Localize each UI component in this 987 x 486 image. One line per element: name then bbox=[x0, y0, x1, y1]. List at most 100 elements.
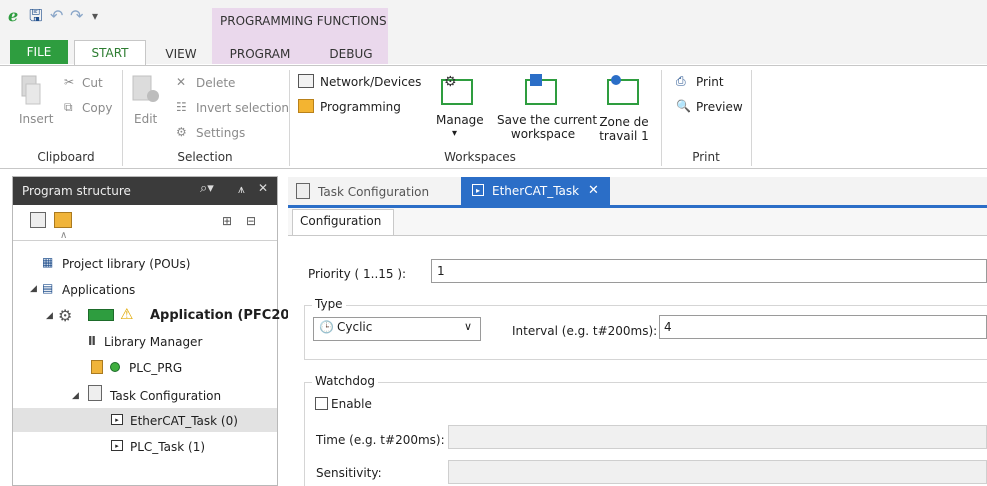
tree-item-library-manager[interactable]: Library Manager bbox=[104, 335, 202, 349]
library-manager-icon: Ⅱ bbox=[88, 334, 96, 348]
tree-item-ethercat-task[interactable]: EtherCAT_Task (0) bbox=[130, 414, 238, 428]
edit-button[interactable]: Edit bbox=[134, 112, 157, 126]
cut-button[interactable]: Cut bbox=[82, 76, 103, 90]
edit-icon bbox=[131, 74, 161, 108]
tree-item-plc-prg[interactable]: PLC_PRG bbox=[129, 361, 182, 375]
manage-button[interactable]: Manage bbox=[436, 113, 484, 127]
chevron-down-icon: ∨ bbox=[464, 320, 473, 333]
watchdog-group-label: Watchdog bbox=[312, 374, 378, 388]
clock-icon: 🕒 bbox=[319, 320, 334, 334]
save-workspace-button-line2[interactable]: workspace bbox=[497, 127, 589, 141]
copy-button[interactable]: Copy bbox=[82, 101, 112, 115]
gear-icon: ⚙ bbox=[58, 306, 73, 325]
project-library-icon: ▦ bbox=[42, 255, 54, 269]
manage-dropdown-icon[interactable]: ▾ bbox=[452, 128, 457, 139]
watchdog-time-input[interactable] bbox=[448, 425, 987, 449]
priority-value: 1 bbox=[437, 264, 445, 278]
programming-icon bbox=[298, 99, 314, 113]
context-tab-title: PROGRAMMING FUNCTIONS bbox=[220, 14, 387, 28]
task-icon: ▸ bbox=[111, 440, 123, 451]
applications-icon: ▤ bbox=[42, 281, 54, 295]
view-network-icon[interactable] bbox=[30, 212, 46, 228]
settings-icon: ⚙ bbox=[176, 125, 187, 139]
undo-icon[interactable]: ↶ bbox=[50, 7, 63, 25]
tab-configuration-label: Configuration bbox=[300, 214, 382, 228]
tab-file[interactable]: FILE bbox=[10, 40, 68, 64]
insert-button[interactable]: Insert bbox=[19, 112, 53, 126]
collapse-arrow-icon[interactable]: ◢ bbox=[30, 284, 37, 294]
editor-tab-task-configuration[interactable]: Task Configuration bbox=[318, 185, 429, 199]
zone-workspace-button-line1[interactable]: Zone de bbox=[596, 115, 652, 129]
tree-item-project-library[interactable]: Project library (POUs) bbox=[62, 257, 190, 271]
tree-item-applications[interactable]: Applications bbox=[62, 283, 135, 297]
cut-icon: ✂ bbox=[64, 75, 75, 89]
print-button[interactable]: Print bbox=[696, 75, 724, 89]
watchdog-time-label: Time (e.g. t#200ms): bbox=[316, 433, 445, 447]
save-icon[interactable]: 🖫 bbox=[29, 7, 43, 25]
copy-icon: ⧉ bbox=[64, 100, 73, 114]
group-label-clipboard: Clipboard bbox=[37, 150, 95, 164]
controller-icon bbox=[88, 309, 114, 321]
customize-qat-icon[interactable]: ▾ bbox=[92, 7, 98, 25]
task-icon: ▸ bbox=[111, 414, 123, 425]
group-label-selection: Selection bbox=[177, 150, 233, 164]
status-ok-icon bbox=[110, 362, 120, 372]
view-programming-icon[interactable] bbox=[54, 212, 72, 228]
group-divider bbox=[661, 70, 662, 166]
close-panel-icon[interactable]: ✕ bbox=[258, 181, 268, 195]
enable-checkbox[interactable] bbox=[315, 397, 328, 410]
save-workspace-icon bbox=[524, 72, 558, 106]
network-devices-button[interactable]: Network/Devices bbox=[320, 75, 421, 89]
settings-button[interactable]: Settings bbox=[196, 126, 245, 140]
redo-icon[interactable]: ↷ bbox=[70, 7, 83, 25]
task-configuration-icon bbox=[88, 385, 102, 401]
preview-icon: 🔍 bbox=[676, 99, 691, 113]
tab-debug[interactable]: DEBUG bbox=[320, 44, 382, 64]
pin-icon[interactable]: ⩚ bbox=[238, 182, 245, 197]
type-group-label: Type bbox=[312, 297, 346, 311]
sensitivity-input[interactable] bbox=[448, 460, 987, 484]
task-configuration-icon bbox=[296, 183, 310, 199]
search-icon[interactable]: ⌕▾ bbox=[200, 181, 214, 196]
print-icon: ⎙ bbox=[676, 74, 686, 88]
title-bar bbox=[0, 0, 987, 64]
group-label-workspaces: Workspaces bbox=[444, 150, 516, 164]
preview-button[interactable]: Preview bbox=[696, 100, 743, 114]
tree-item-application[interactable]: Application (PFC20 bbox=[150, 308, 289, 323]
insert-icon bbox=[18, 74, 44, 108]
priority-label: Priority ( 1..15 ): bbox=[308, 267, 407, 281]
tree-item-plc-task[interactable]: PLC_Task (1) bbox=[130, 440, 205, 454]
interval-value: 4 bbox=[664, 320, 672, 334]
collapse-arrow-icon[interactable]: ◢ bbox=[72, 391, 79, 401]
task-icon: ▸ bbox=[472, 184, 484, 196]
network-devices-icon bbox=[298, 74, 314, 88]
type-value: Cyclic bbox=[337, 320, 373, 334]
collapse-arrow-icon[interactable]: ◢ bbox=[46, 311, 53, 321]
group-label-print: Print bbox=[692, 150, 720, 164]
tree-item-task-configuration[interactable]: Task Configuration bbox=[110, 389, 221, 403]
tab-program[interactable]: PROGRAM bbox=[222, 44, 298, 64]
zone-workspace-button-line2[interactable]: travail 1 bbox=[596, 129, 652, 143]
delete-button[interactable]: Delete bbox=[196, 76, 235, 90]
collapse-all-icon[interactable]: ⊟ bbox=[246, 214, 256, 228]
interval-label: Interval (e.g. t#200ms): bbox=[512, 324, 658, 338]
enable-label: Enable bbox=[331, 397, 372, 411]
save-workspace-button-line1[interactable]: Save the current bbox=[497, 113, 597, 127]
group-divider bbox=[289, 70, 290, 166]
manage-workspace-icon: ⚙ bbox=[440, 72, 474, 106]
delete-icon: ✕ bbox=[176, 75, 187, 89]
expand-all-icon[interactable]: ⊞ bbox=[222, 214, 232, 228]
zone-workspace-icon bbox=[606, 72, 640, 106]
group-divider bbox=[122, 70, 123, 166]
warning-icon: ⚠ bbox=[120, 305, 134, 323]
close-tab-icon[interactable]: ✕ bbox=[588, 183, 599, 198]
programming-button[interactable]: Programming bbox=[320, 100, 401, 114]
invert-selection-button[interactable]: Invert selection bbox=[196, 101, 289, 115]
tab-view[interactable]: VIEW bbox=[156, 44, 206, 64]
sensitivity-label: Sensitivity: bbox=[316, 466, 382, 480]
tab-start[interactable]: START bbox=[74, 40, 146, 66]
app-logo-icon: ℯ bbox=[8, 6, 19, 25]
interval-input[interactable] bbox=[659, 315, 987, 339]
priority-input[interactable] bbox=[431, 259, 987, 283]
program-structure-title: Program structure bbox=[22, 184, 131, 198]
